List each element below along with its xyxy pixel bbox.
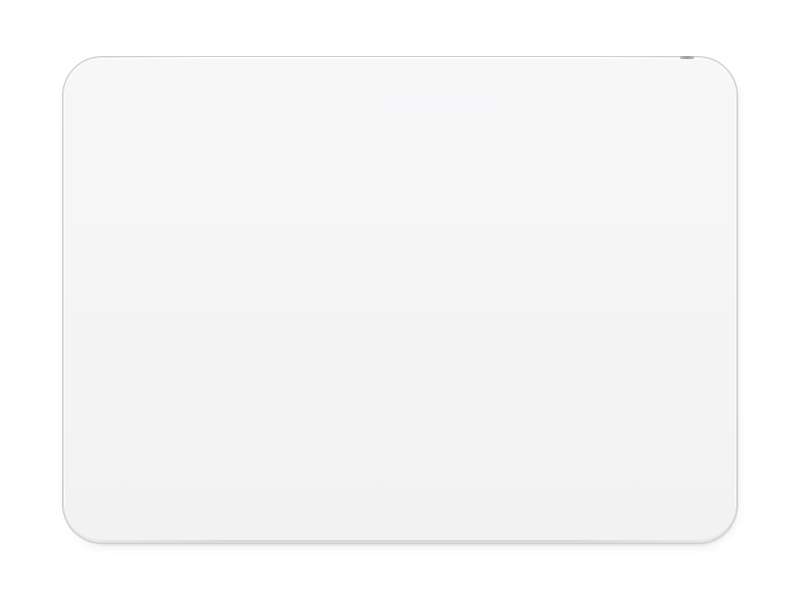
bottom-edge-shading <box>100 540 700 542</box>
port-notch-icon <box>680 56 694 59</box>
top-edge-highlight <box>110 57 690 59</box>
product-photo <box>0 0 800 600</box>
trackpad-surface <box>64 58 736 542</box>
